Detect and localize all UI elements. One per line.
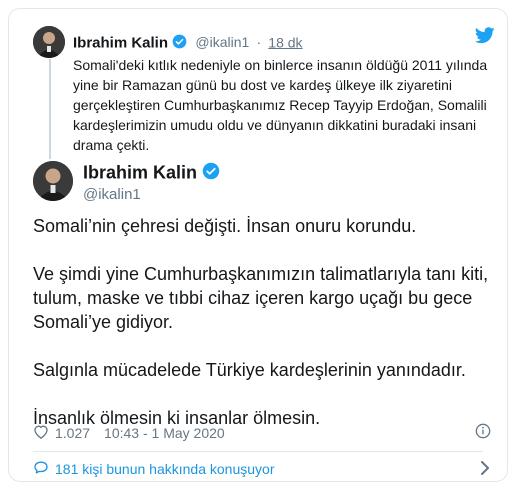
speech-bubble-icon [33,460,49,478]
quoted-avatar[interactable] [33,26,65,58]
conversation-label[interactable]: 181 kişi bunun hakkında konuşuyor [55,461,274,477]
tweet-body: Somali’nin çehresi değişti. İnsan onuru … [33,214,498,454]
tweet-paragraph: Ve şimdi yine Cumhurbaşkanımızın talimat… [33,264,489,332]
heart-icon[interactable] [33,424,49,442]
tweet-card[interactable]: Ibrahim Kalin @ikalin1 · 18 dk Somali'de… [8,8,508,482]
quoted-author-handle[interactable]: @ikalin1 [195,34,249,50]
author-header: Ibrahim Kalin [83,162,220,185]
verified-badge-icon [172,34,187,53]
verified-badge-icon [202,162,220,185]
divider [33,451,483,452]
author-avatar[interactable] [33,161,73,201]
chevron-right-icon[interactable] [479,461,491,480]
tweet-paragraph: Salgınla mücadelede Türkiye kardeşlerini… [33,360,466,380]
thread-connector-line [49,59,51,159]
tweet-meta: 1.027 10:43 - 1 May 2020 [33,424,225,442]
twitter-bird-icon[interactable] [474,27,495,49]
quoted-header: Ibrahim Kalin @ikalin1 · 18 dk [73,34,303,53]
quoted-author-name[interactable]: Ibrahim Kalin [73,34,168,51]
tweet-timestamp[interactable]: 10:43 - 1 May 2020 [104,425,225,441]
separator-dot: · [256,34,262,51]
quoted-tweet-text: Somali'deki kıtlık nedeniyle on binlerce… [73,57,488,153]
tweet-paragraph: Somali’nin çehresi değişti. İnsan onuru … [33,216,417,236]
info-icon[interactable] [475,423,491,444]
author-name[interactable]: Ibrahim Kalin [83,162,197,182]
conversation-link[interactable]: 181 kişi bunun hakkında konuşuyor [33,460,274,478]
like-count[interactable]: 1.027 [55,425,90,441]
author-handle[interactable]: @ikalin1 [83,186,141,203]
quoted-timestamp[interactable]: 18 dk [268,34,302,50]
